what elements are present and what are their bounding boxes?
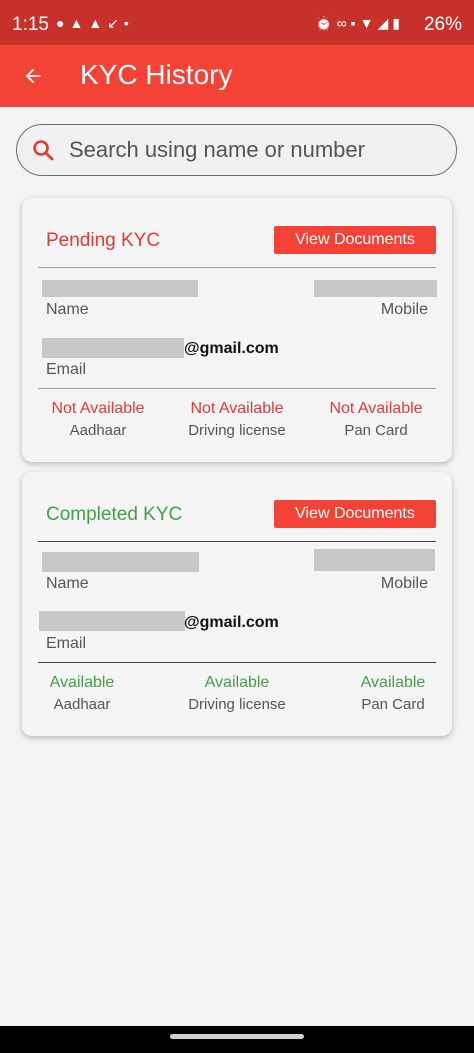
- document-name: Driving license: [188, 696, 286, 713]
- document-name: Aadhaar: [69, 422, 127, 439]
- document-pan-card: Available Pan Card: [348, 674, 438, 713]
- document-aadhaar: Available Aadhaar: [36, 674, 128, 713]
- mobile-label: Mobile: [380, 301, 428, 318]
- app-bar: KYC History: [0, 45, 474, 107]
- document-name: Pan Card: [344, 422, 408, 439]
- kyc-status-title: Completed KYC: [46, 504, 183, 525]
- status-bar: 1:15 ●▲▲↙• ⏰∞▪▼◢▮ 26%: [0, 0, 474, 45]
- divider: [38, 541, 436, 542]
- link-icon: ∞: [336, 15, 351, 31]
- kyc-card-completed: Completed KYC View Documents Name Mobile…: [22, 472, 452, 736]
- document-driving-license: Available Driving license: [172, 674, 302, 713]
- search-bar[interactable]: [16, 124, 457, 176]
- document-status: Available: [49, 674, 115, 691]
- redacted-mobile: [314, 280, 437, 297]
- system-icons: ⏰∞▪▼◢▮: [315, 15, 404, 32]
- dot-icon: •: [123, 15, 134, 31]
- battery-percent: 26%: [423, 14, 462, 35]
- mobile-label: Mobile: [380, 575, 428, 592]
- redacted-mobile: [314, 549, 435, 571]
- document-name: Driving license: [188, 422, 286, 439]
- document-status: Not Available: [51, 400, 145, 417]
- email-value: @gmail.com: [184, 340, 279, 357]
- email-value: @gmail.com: [184, 614, 279, 631]
- snapchat-icon: ▲: [88, 15, 108, 31]
- document-status: Available: [204, 674, 270, 691]
- alarm-icon: ⏰: [315, 15, 337, 31]
- divider: [38, 267, 436, 268]
- document-driving-license: Not Available Driving license: [172, 400, 302, 439]
- redacted-name: [42, 552, 199, 572]
- wifi-icon: ▼: [359, 15, 378, 31]
- battery-icon: ▮: [392, 15, 404, 31]
- redacted-name: [42, 280, 198, 297]
- name-label: Name: [46, 301, 89, 318]
- document-aadhaar: Not Available Aadhaar: [36, 400, 160, 439]
- document-pan-card: Not Available Pan Card: [314, 400, 438, 439]
- document-status: Available: [360, 674, 426, 691]
- divider: [38, 662, 436, 663]
- document-status: Not Available: [190, 400, 284, 417]
- missed-call-icon: ↙: [107, 15, 124, 31]
- system-navigation-bar: [0, 1026, 474, 1053]
- lte-signal-icon: ◢: [377, 15, 393, 31]
- page-title: KYC History: [80, 59, 233, 90]
- document-status: Not Available: [329, 400, 423, 417]
- home-gesture-handle[interactable]: [170, 1034, 304, 1039]
- search-input[interactable]: [69, 133, 439, 167]
- view-documents-button[interactable]: View Documents: [274, 226, 436, 254]
- redacted-email: [42, 338, 184, 358]
- email-label: Email: [46, 361, 87, 378]
- divider: [38, 388, 436, 389]
- kyc-status-title: Pending KYC: [46, 230, 161, 251]
- status-time: 1:15: [12, 14, 49, 35]
- volte-icon: ▪: [350, 15, 360, 31]
- redacted-email: [39, 611, 185, 631]
- view-documents-button[interactable]: View Documents: [274, 500, 436, 528]
- back-button[interactable]: [16, 59, 50, 93]
- document-name: Pan Card: [361, 696, 425, 713]
- arrow-left-icon: [25, 68, 41, 84]
- chat-icon: ●: [56, 15, 70, 31]
- email-label: Email: [46, 635, 87, 652]
- kyc-card-pending: Pending KYC View Documents Name Mobile @…: [22, 198, 452, 462]
- snapchat-icon: ▲: [69, 15, 89, 31]
- notification-icons: ●▲▲↙•: [56, 15, 134, 32]
- document-name: Aadhaar: [53, 696, 111, 713]
- search-icon: [33, 140, 54, 161]
- name-label: Name: [46, 575, 89, 592]
